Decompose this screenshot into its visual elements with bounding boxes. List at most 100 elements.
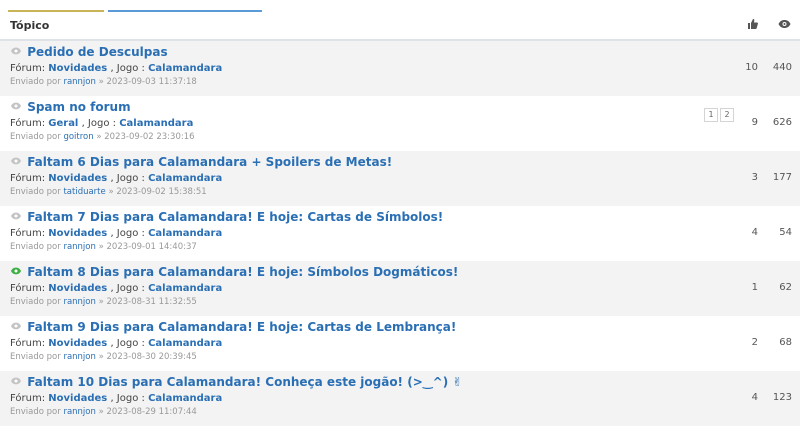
thumbs-up-icon[interactable] — [746, 18, 760, 32]
topic-meta-line: Enviado por rannjon » 2023-08-31 11:32:5… — [10, 297, 197, 307]
like-count: 4 — [751, 227, 758, 238]
forum-prefix: Fórum: — [10, 338, 46, 349]
game-prefix: , Jogo : — [110, 63, 145, 74]
author-link[interactable]: rannjon — [63, 407, 95, 417]
eye-icon — [10, 156, 23, 169]
forum-link[interactable]: Novidades — [48, 393, 107, 404]
separator: » — [96, 132, 102, 142]
eye-icon — [10, 211, 23, 224]
topic-title-link[interactable]: Faltam 10 Dias para Calamandara! Conheça… — [10, 375, 462, 389]
topic-row: Spam no forum Fórum: Geral , Jogo : Calam… — [0, 96, 800, 151]
topic-row: Pedido de Desculpas Fórum: Novidades , Jo… — [0, 41, 800, 96]
topic-title-link[interactable]: Faltam 7 Dias para Calamandara! E hoje: … — [10, 210, 443, 224]
game-prefix: , Jogo : — [110, 228, 145, 239]
topic-meta-line: Enviado por rannjon » 2023-08-29 11:07:4… — [10, 407, 197, 417]
topic-title-link[interactable]: Faltam 6 Dias para Calamandara + Spoiler… — [10, 155, 392, 169]
like-count: 10 — [745, 62, 758, 73]
game-prefix: , Jogo : — [110, 173, 145, 184]
eye-icon — [10, 101, 23, 114]
topic-forum-line: Fórum: Novidades , Jogo : Calamandara — [10, 393, 222, 404]
post-date: 2023-09-03 11:37:18 — [106, 77, 197, 87]
view-count: 62 — [779, 282, 792, 293]
topic-meta-line: Enviado por tatiduarte » 2023-09-02 15:3… — [10, 187, 207, 197]
eye-icon[interactable] — [777, 18, 791, 32]
topic-title[interactable]: Faltam 9 Dias para Calamandara! E hoje: … — [27, 320, 456, 334]
sent-by-label: Enviado por — [10, 407, 61, 417]
separator: » — [98, 352, 104, 362]
game-link[interactable]: Calamandara — [148, 338, 222, 349]
game-link[interactable]: Calamandara — [148, 228, 222, 239]
forum-prefix: Fórum: — [10, 63, 46, 74]
game-prefix: , Jogo : — [110, 338, 145, 349]
topic-forum-line: Fórum: Novidades , Jogo : Calamandara — [10, 63, 222, 74]
topic-title[interactable]: Faltam 7 Dias para Calamandara! E hoje: … — [27, 210, 443, 224]
view-count: 440 — [772, 62, 792, 73]
topic-row: Faltam 10 Dias para Calamandara! Conheça… — [0, 371, 800, 426]
topic-title[interactable]: Faltam 8 Dias para Calamandara! E hoje: … — [27, 265, 458, 279]
author-link[interactable]: rannjon — [63, 242, 95, 252]
view-count: 68 — [779, 337, 792, 348]
topic-forum-line: Fórum: Novidades , Jogo : Calamandara — [10, 283, 222, 294]
forum-prefix: Fórum: — [10, 118, 46, 129]
view-count: 54 — [779, 227, 792, 238]
forum-link[interactable]: Novidades — [48, 228, 107, 239]
author-link[interactable]: goitron — [63, 132, 93, 142]
like-count: 3 — [751, 172, 758, 183]
sent-by-label: Enviado por — [10, 242, 61, 252]
topic-title[interactable]: Spam no forum — [27, 100, 130, 114]
post-date: 2023-09-02 23:30:16 — [104, 132, 195, 142]
forum-prefix: Fórum: — [10, 283, 46, 294]
forum-link[interactable]: Novidades — [48, 338, 107, 349]
topic-title-link[interactable]: Spam no forum — [10, 100, 131, 114]
author-link[interactable]: rannjon — [63, 297, 95, 307]
game-prefix: , Jogo : — [81, 118, 117, 129]
topic-list-header: Tópico — [0, 12, 800, 41]
topic-meta-line: Enviado por goitron » 2023-09-02 23:30:1… — [10, 132, 195, 142]
topic-forum-line: Fórum: Geral , Jogo : Calamandara — [10, 118, 193, 129]
sent-by-label: Enviado por — [10, 352, 61, 362]
game-link[interactable]: Calamandara — [148, 173, 222, 184]
forum-prefix: Fórum: — [10, 173, 46, 184]
topic-title[interactable]: Pedido de Desculpas — [27, 45, 167, 59]
game-link[interactable]: Calamandara — [148, 63, 222, 74]
eye-icon — [10, 321, 23, 334]
post-date: 2023-08-30 20:39:45 — [106, 352, 197, 362]
post-date: 2023-08-29 11:07:44 — [106, 407, 197, 417]
author-link[interactable]: rannjon — [63, 77, 95, 87]
author-link[interactable]: rannjon — [63, 352, 95, 362]
column-title-topic: Tópico — [10, 19, 50, 32]
author-link[interactable]: tatiduarte — [63, 187, 105, 197]
topic-meta-line: Enviado por rannjon » 2023-09-03 11:37:1… — [10, 77, 197, 87]
eye-icon — [10, 46, 23, 59]
topic-meta-line: Enviado por rannjon » 2023-08-30 20:39:4… — [10, 352, 197, 362]
sent-by-label: Enviado por — [10, 77, 61, 87]
topic-title-link[interactable]: Faltam 9 Dias para Calamandara! E hoje: … — [10, 320, 456, 334]
game-link[interactable]: Calamandara — [148, 393, 222, 404]
post-date: 2023-09-01 14:40:37 — [106, 242, 197, 252]
topic-title-link[interactable]: Faltam 8 Dias para Calamandara! E hoje: … — [10, 265, 458, 279]
separator: » — [98, 242, 104, 252]
game-link[interactable]: Calamandara — [148, 283, 222, 294]
separator: » — [98, 77, 104, 87]
game-link[interactable]: Calamandara — [119, 118, 193, 129]
topic-forum-line: Fórum: Novidades , Jogo : Calamandara — [10, 173, 222, 184]
forum-link[interactable]: Novidades — [48, 63, 107, 74]
topic-forum-line: Fórum: Novidades , Jogo : Calamandara — [10, 228, 222, 239]
like-count: 1 — [751, 282, 758, 293]
forum-link[interactable]: Novidades — [48, 173, 107, 184]
sent-by-label: Enviado por — [10, 132, 61, 142]
forum-link[interactable]: Novidades — [48, 283, 107, 294]
like-count: 9 — [751, 117, 758, 128]
separator: » — [98, 407, 104, 417]
topic-title[interactable]: Faltam 10 Dias para Calamandara! Conheça… — [27, 375, 462, 389]
unread-eye-icon — [10, 266, 23, 279]
forum-link[interactable]: Geral — [48, 118, 78, 129]
separator: » — [108, 187, 114, 197]
forum-prefix: Fórum: — [10, 228, 46, 239]
topic-row: Faltam 9 Dias para Calamandara! E hoje: … — [0, 316, 800, 371]
game-prefix: , Jogo : — [110, 283, 145, 294]
topic-title-link[interactable]: Pedido de Desculpas — [10, 45, 168, 59]
page-link[interactable]: 1 — [704, 108, 718, 122]
eye-icon — [10, 376, 23, 389]
topic-title[interactable]: Faltam 6 Dias para Calamandara + Spoiler… — [27, 155, 392, 169]
